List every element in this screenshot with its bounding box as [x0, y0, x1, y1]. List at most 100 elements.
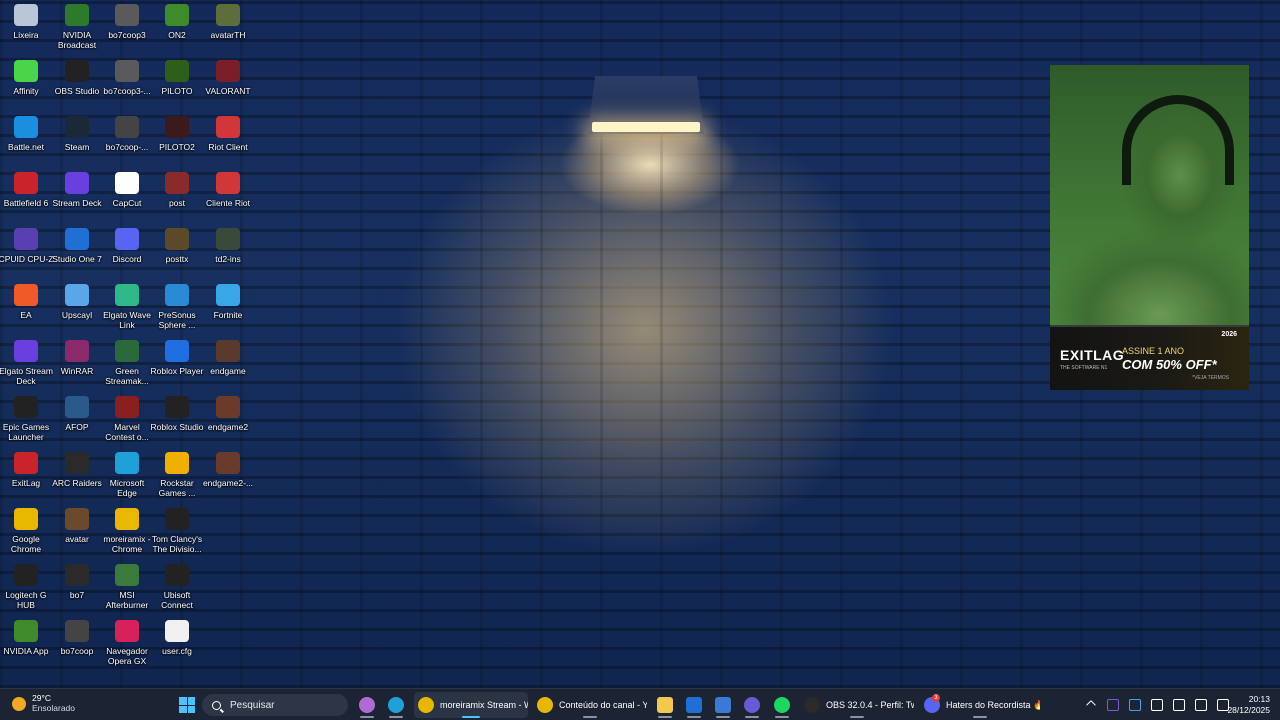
desktop-icon[interactable]: Steam: [51, 112, 103, 168]
desktop-icon[interactable]: user.cfg: [151, 616, 203, 672]
desktop-icon-label: avatar: [65, 534, 89, 544]
desktop-icon[interactable]: Fortnite: [202, 280, 254, 336]
desktop-icon[interactable]: Discord: [101, 224, 153, 280]
taskbar-app[interactable]: [357, 692, 377, 718]
taskbar-app[interactable]: Conteúdo do canal - Yo: [533, 692, 647, 718]
wave-link-icon: [115, 284, 139, 306]
shield-tray-icon[interactable]: [1129, 699, 1141, 711]
desktop-icon[interactable]: NVIDIA Broadcast: [51, 0, 103, 56]
desktop-icon[interactable]: EA: [0, 280, 52, 336]
taskbar-app[interactable]: [655, 692, 675, 718]
afop-icon: [65, 396, 89, 418]
desktop-icon[interactable]: Cliente Riot: [202, 168, 254, 224]
taskbar-app[interactable]: moreiramix Stream - Wi: [414, 692, 528, 718]
recycle-bin-icon: [14, 4, 38, 26]
desktop-icon[interactable]: td2-ins: [202, 224, 254, 280]
desktop-icon[interactable]: Logitech G HUB: [0, 560, 52, 616]
taskbar-app[interactable]: OBS 32.0.4 - Perfil: Twitc: [800, 692, 914, 718]
desktop-icon[interactable]: PILOTO2: [151, 112, 203, 168]
desktop-icon[interactable]: VALORANT: [202, 56, 254, 112]
roblox-studio-icon: [165, 396, 189, 418]
taskbar-app[interactable]: [386, 692, 406, 718]
desktop-icon[interactable]: Battlefield 6: [0, 168, 52, 224]
desktop-icon[interactable]: NVIDIA App: [0, 616, 52, 672]
desktop-icon[interactable]: Ubisoft Connect: [151, 560, 203, 616]
desktop-icon[interactable]: post: [151, 168, 203, 224]
taskbar-clock[interactable]: 20:13 28/12/2025: [1227, 694, 1270, 716]
desktop-icon[interactable]: bo7: [51, 560, 103, 616]
desktop-icon-label: Battlefield 6: [3, 198, 49, 208]
game-shortcut-icon: [165, 116, 189, 138]
weather-widget[interactable]: 29°C Ensolarado: [12, 693, 75, 714]
desktop-icon[interactable]: Roblox Player: [151, 336, 203, 392]
microphone-icon[interactable]: [1195, 699, 1207, 711]
desktop-icon[interactable]: Roblox Studio: [151, 392, 203, 448]
desktop-icon[interactable]: bo7coop3-...: [101, 56, 153, 112]
desktop-icon[interactable]: endgame2-...: [202, 448, 254, 504]
desktop-icon[interactable]: posttx: [151, 224, 203, 280]
desktop-icon[interactable]: Tom Clancy's The Divisio...: [151, 504, 203, 560]
desktop-icon[interactable]: Affinity: [0, 56, 52, 112]
desktop-icon-label: NVIDIA Broadcast: [57, 30, 97, 50]
desktop-icon[interactable]: Battle.net: [0, 112, 52, 168]
desktop-icon[interactable]: Green Streamak...: [101, 336, 153, 392]
desktop-icon[interactable]: avatar: [51, 504, 103, 560]
taskbar-app-label: Haters do Recordista 🔥: [946, 699, 1040, 710]
desktop-icon[interactable]: Marvel Contest o...: [101, 392, 153, 448]
taskbar-app-label: Conteúdo do canal - Yo: [559, 700, 647, 710]
desktop-icon[interactable]: ON2: [151, 0, 203, 56]
game-shortcut-icon: [216, 340, 240, 362]
bluetooth-icon[interactable]: [1151, 699, 1163, 711]
desktop-icon[interactable]: Rockstar Games ...: [151, 448, 203, 504]
desktop-icon[interactable]: Epic Games Launcher: [0, 392, 52, 448]
desktop-icon[interactable]: moreiramix - Chrome: [101, 504, 153, 560]
outlook-icon: [686, 697, 702, 713]
ubisoft-icon: [165, 564, 189, 586]
desktop-icon[interactable]: Navegador Opera GX: [101, 616, 153, 672]
taskbar-app[interactable]: [772, 692, 792, 718]
desktop-icon-label: CapCut: [112, 198, 142, 208]
taskbar-search[interactable]: Pesquisar: [202, 694, 348, 716]
desktop-icon[interactable]: Elgato Wave Link: [101, 280, 153, 336]
desktop-icon[interactable]: PreSonus Sphere ...: [151, 280, 203, 336]
taskbar-app[interactable]: [684, 692, 704, 718]
taskbar-app[interactable]: [742, 692, 762, 718]
desktop-icon[interactable]: Stream Deck: [51, 168, 103, 224]
desktop-icon[interactable]: Studio One 7: [51, 224, 103, 280]
battlenet-icon: [14, 116, 38, 138]
weather-condition: Ensolarado: [32, 703, 76, 713]
desktop-icon[interactable]: PILOTO: [151, 56, 203, 112]
file-explorer-icon: [657, 697, 673, 713]
desktop-icon-label: AFOP: [65, 422, 89, 432]
epic-games-icon: [14, 396, 38, 418]
game-shortcut-icon: [115, 116, 139, 138]
desktop-icon[interactable]: Lixeira: [0, 0, 52, 56]
desktop-icon[interactable]: Microsoft Edge: [101, 448, 153, 504]
desktop-icon[interactable]: avatarTH: [202, 0, 254, 56]
chevron-up-icon[interactable]: [1085, 699, 1097, 711]
desktop-icon[interactable]: WinRAR: [51, 336, 103, 392]
desktop-icon[interactable]: ExitLag: [0, 448, 52, 504]
desktop-icon[interactable]: bo7coop3: [101, 0, 153, 56]
desktop-icon[interactable]: MSI Afterburner: [101, 560, 153, 616]
desktop-icon[interactable]: OBS Studio: [51, 56, 103, 112]
desktop-icon[interactable]: CPUID CPU-Z: [0, 224, 53, 280]
desktop-icon[interactable]: Riot Client: [202, 112, 254, 168]
desktop-icon[interactable]: Elgato Stream Deck: [0, 336, 53, 392]
start-button[interactable]: [179, 697, 195, 713]
game-shortcut-icon: [216, 396, 240, 418]
desktop-icon[interactable]: endgame: [202, 336, 254, 392]
taskbar-app[interactable]: [713, 692, 733, 718]
taskbar-app[interactable]: Haters do Recordista 🔥 3: [920, 692, 1040, 718]
desktop-icon[interactable]: Google Chrome: [0, 504, 52, 560]
game-shortcut-icon: [65, 564, 89, 586]
desktop-icon[interactable]: ARC Raiders: [51, 448, 103, 504]
desktop-icon[interactable]: Upscayl: [51, 280, 103, 336]
desktop-icon[interactable]: CapCut: [101, 168, 153, 224]
desktop-icon[interactable]: bo7coop: [51, 616, 103, 672]
network-icon[interactable]: [1173, 699, 1185, 711]
desktop-icon[interactable]: bo7coop-...: [101, 112, 153, 168]
desktop-icon[interactable]: endgame2: [202, 392, 254, 448]
desktop-icon[interactable]: AFOP: [51, 392, 103, 448]
stream-deck-tray-icon[interactable]: [1107, 699, 1119, 711]
